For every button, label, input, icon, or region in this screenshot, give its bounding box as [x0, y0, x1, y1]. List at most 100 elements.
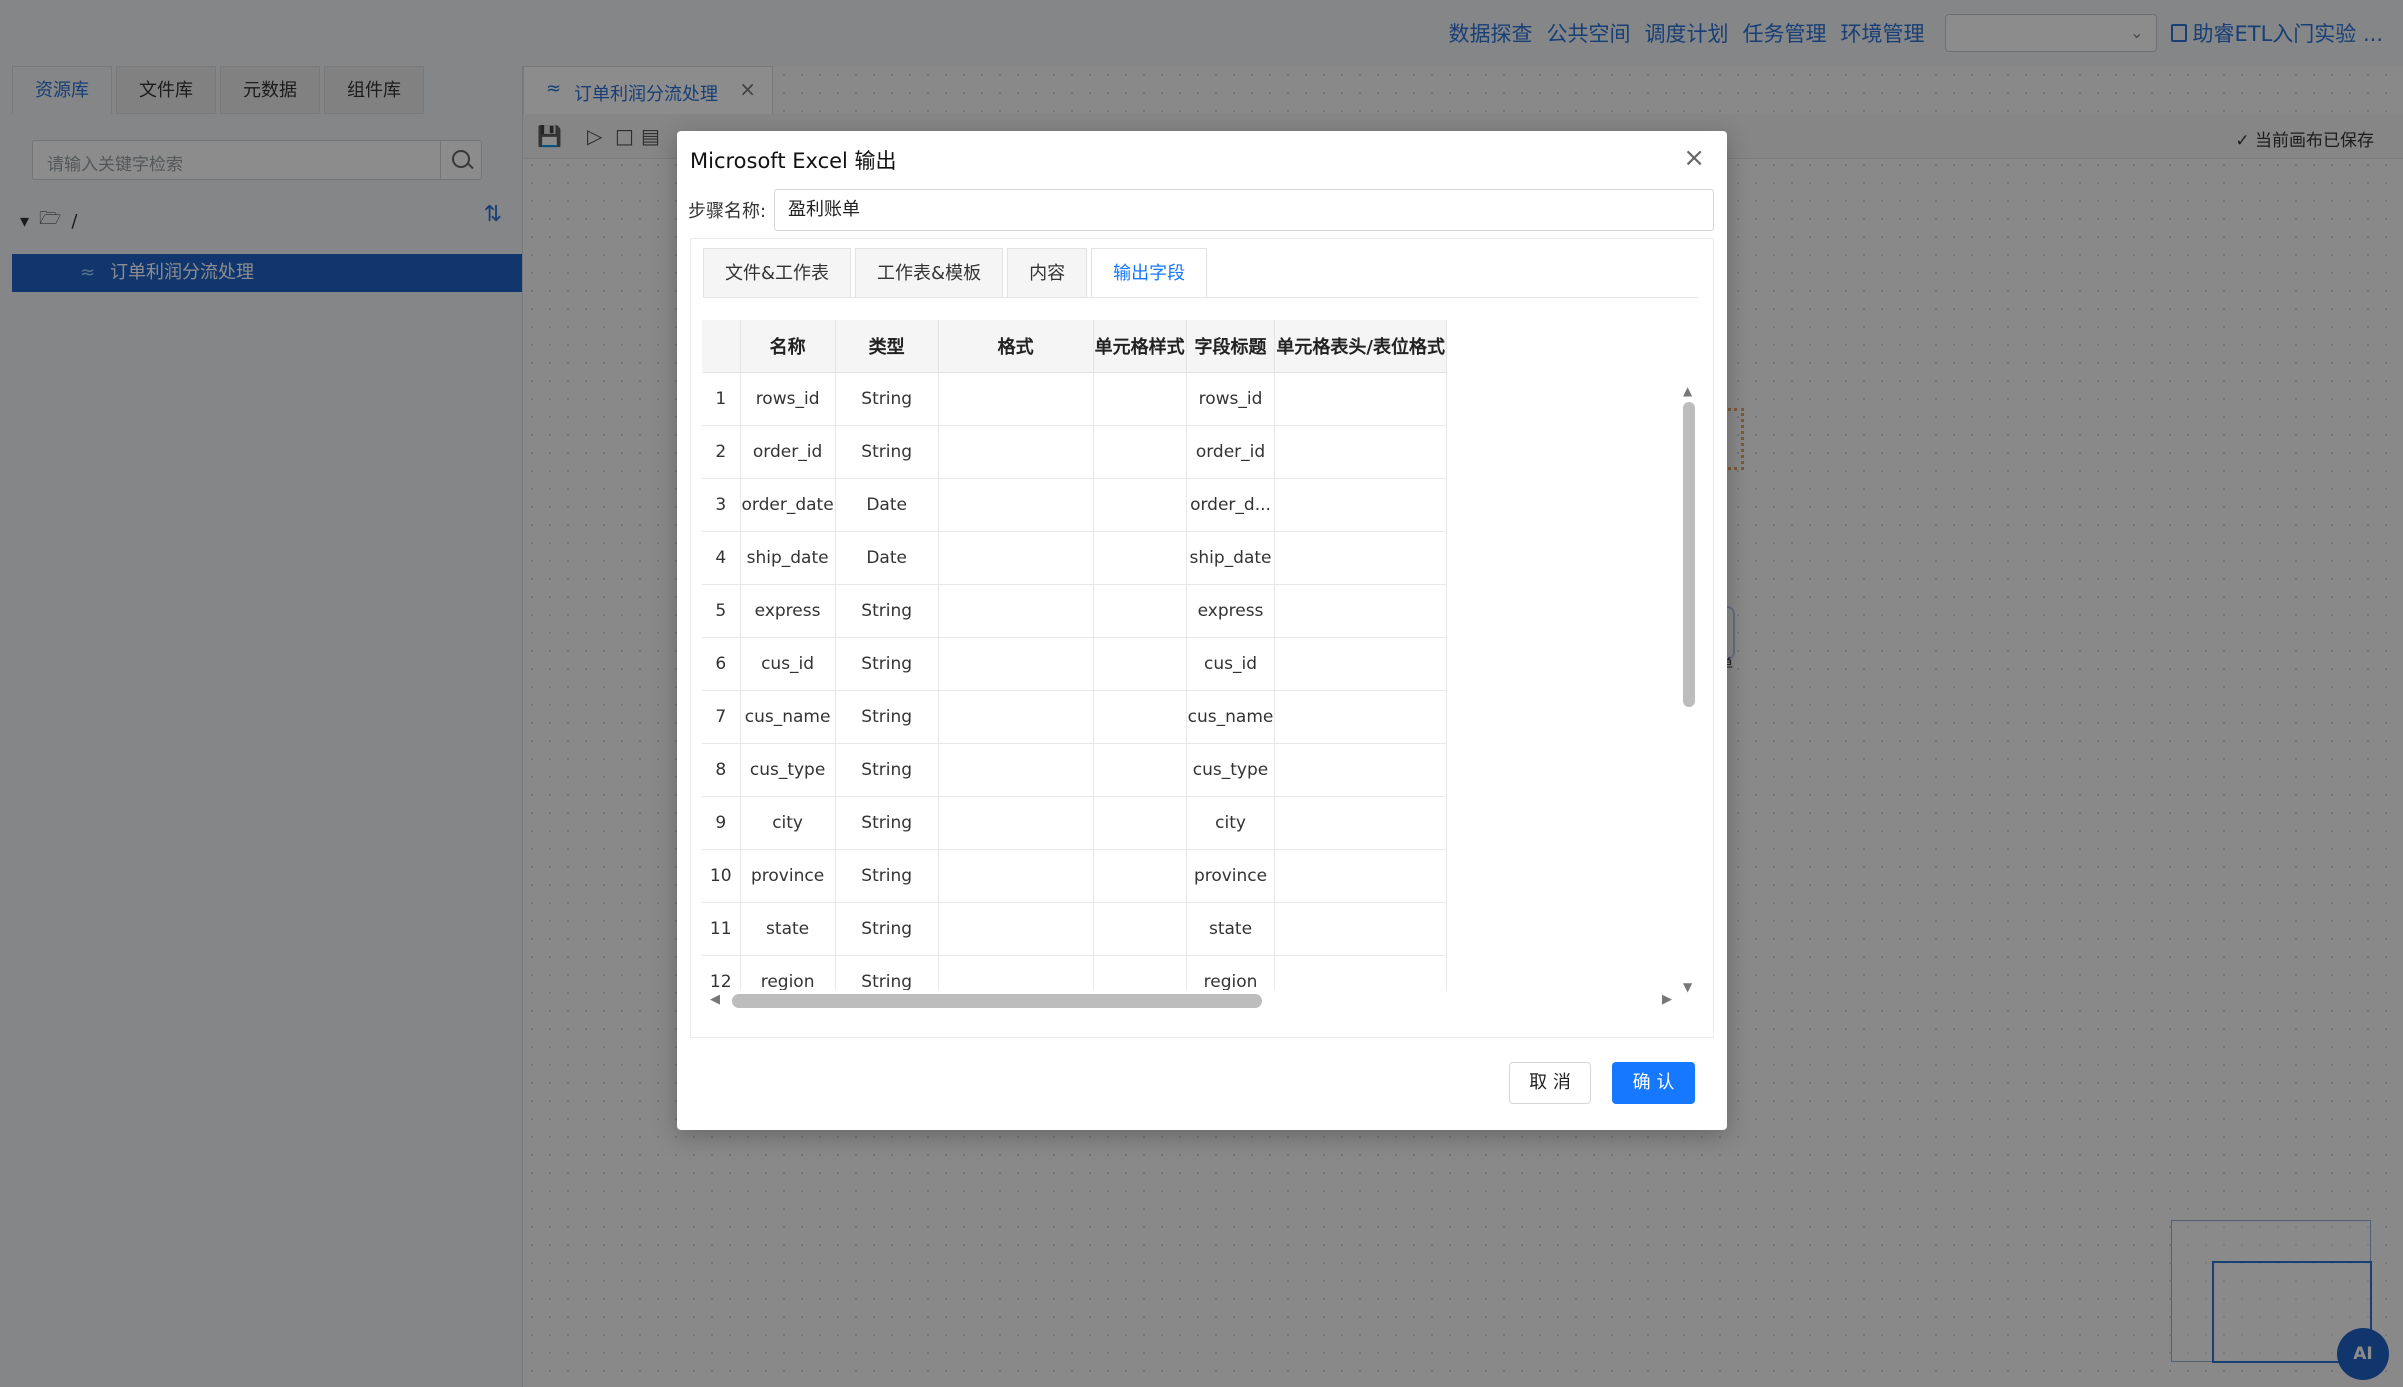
cell-name[interactable]: province: [740, 849, 836, 903]
tab-output-fields[interactable]: 输出字段: [1091, 248, 1208, 298]
table-row[interactable]: 11 state String state: [702, 902, 1447, 956]
cell-header-format[interactable]: [1274, 478, 1447, 532]
confirm-button[interactable]: 确 认: [1612, 1062, 1695, 1104]
col-header-header-format[interactable]: 单元格表头/表位格式: [1274, 320, 1447, 373]
cell-name[interactable]: order_date: [740, 478, 836, 532]
cell-name[interactable]: state: [740, 902, 836, 956]
table-row[interactable]: 9 city String city: [702, 796, 1447, 850]
scroll-up-icon[interactable]: ▲: [1683, 384, 1692, 398]
cell-name[interactable]: cus_id: [740, 637, 836, 691]
col-header-name[interactable]: 名称: [740, 320, 836, 373]
cell-index: 6: [702, 637, 741, 691]
cell-header-format[interactable]: [1274, 690, 1447, 744]
cell-format[interactable]: [938, 902, 1094, 956]
cell-style[interactable]: [1093, 849, 1187, 903]
cell-name[interactable]: city: [740, 796, 836, 850]
close-icon[interactable]: ×: [1683, 143, 1705, 173]
cell-field-title[interactable]: cus_id: [1186, 637, 1276, 691]
tab-file-sheet[interactable]: 文件&工作表: [703, 248, 852, 298]
cancel-button[interactable]: 取 消: [1509, 1062, 1591, 1104]
cell-format[interactable]: [938, 584, 1094, 638]
cell-name[interactable]: order_id: [740, 425, 836, 479]
table-row[interactable]: 8 cus_type String cus_type: [702, 743, 1447, 797]
cell-format[interactable]: [938, 796, 1094, 850]
cell-name[interactable]: rows_id: [740, 372, 836, 426]
cell-format[interactable]: [938, 425, 1094, 479]
cell-type[interactable]: String: [835, 372, 939, 426]
cell-format[interactable]: [938, 849, 1094, 903]
cell-style[interactable]: [1093, 584, 1187, 638]
cell-style[interactable]: [1093, 743, 1187, 797]
table-row[interactable]: 6 cus_id String cus_id: [702, 637, 1447, 691]
cell-type[interactable]: String: [835, 584, 939, 638]
cell-name[interactable]: cus_type: [740, 743, 836, 797]
cell-field-title[interactable]: order_id: [1186, 425, 1276, 479]
cell-format[interactable]: [938, 531, 1094, 585]
scroll-right-icon[interactable]: ▶: [1662, 992, 1672, 1007]
cell-format[interactable]: [938, 743, 1094, 797]
cell-type[interactable]: String: [835, 796, 939, 850]
cell-field-title[interactable]: cus_type: [1186, 743, 1276, 797]
cell-type[interactable]: String: [835, 902, 939, 956]
table-row[interactable]: 10 province String province: [702, 849, 1447, 903]
cell-type[interactable]: String: [835, 849, 939, 903]
cell-header-format[interactable]: [1274, 902, 1447, 956]
col-header-cell-style[interactable]: 单元格样式: [1093, 320, 1187, 373]
cell-header-format[interactable]: [1274, 425, 1447, 479]
tab-content[interactable]: 内容: [1007, 248, 1088, 298]
cell-field-title[interactable]: rows_id: [1186, 372, 1276, 426]
table-row[interactable]: 1 rows_id String rows_id: [702, 372, 1447, 426]
cell-field-title[interactable]: ship_date: [1186, 531, 1276, 585]
cell-field-title[interactable]: city: [1186, 796, 1276, 850]
cell-field-title[interactable]: province: [1186, 849, 1276, 903]
cell-style[interactable]: [1093, 372, 1187, 426]
table-row[interactable]: 2 order_id String order_id: [702, 425, 1447, 479]
cell-style[interactable]: [1093, 478, 1187, 532]
cell-header-format[interactable]: [1274, 849, 1447, 903]
cell-header-format[interactable]: [1274, 584, 1447, 638]
cell-style[interactable]: [1093, 425, 1187, 479]
step-name-input[interactable]: 盈利账单: [774, 189, 1714, 231]
horizontal-scrollbar[interactable]: ◀ ▶: [702, 990, 1680, 1008]
cell-style[interactable]: [1093, 902, 1187, 956]
horizontal-scroll-thumb[interactable]: [732, 994, 1262, 1008]
cell-field-title[interactable]: order_d...: [1186, 478, 1276, 532]
table-row[interactable]: 5 express String express: [702, 584, 1447, 638]
cell-format[interactable]: [938, 637, 1094, 691]
scroll-left-icon[interactable]: ◀: [710, 992, 720, 1007]
scroll-down-icon[interactable]: ▼: [1683, 980, 1692, 994]
col-header-type[interactable]: 类型: [835, 320, 939, 373]
cell-header-format[interactable]: [1274, 372, 1447, 426]
tab-sheet-template[interactable]: 工作表&模板: [855, 248, 1004, 298]
cell-style[interactable]: [1093, 690, 1187, 744]
cell-header-format[interactable]: [1274, 531, 1447, 585]
vertical-scrollbar[interactable]: ▲ ▼: [1680, 384, 1698, 994]
cell-type[interactable]: String: [835, 690, 939, 744]
cell-type[interactable]: Date: [835, 531, 939, 585]
cell-style[interactable]: [1093, 531, 1187, 585]
col-header-format[interactable]: 格式: [938, 320, 1094, 373]
cell-format[interactable]: [938, 372, 1094, 426]
cell-type[interactable]: String: [835, 425, 939, 479]
table-row[interactable]: 7 cus_name String cus_name: [702, 690, 1447, 744]
cell-field-title[interactable]: cus_name: [1186, 690, 1276, 744]
col-header-field-title[interactable]: 字段标题: [1186, 320, 1276, 373]
cell-type[interactable]: Date: [835, 478, 939, 532]
cell-format[interactable]: [938, 478, 1094, 532]
vertical-scroll-thumb[interactable]: [1683, 402, 1695, 707]
cell-style[interactable]: [1093, 796, 1187, 850]
cell-field-title[interactable]: state: [1186, 902, 1276, 956]
cell-name[interactable]: ship_date: [740, 531, 836, 585]
cell-header-format[interactable]: [1274, 743, 1447, 797]
table-row[interactable]: 4 ship_date Date ship_date: [702, 531, 1447, 585]
cell-type[interactable]: String: [835, 637, 939, 691]
table-row[interactable]: 3 order_date Date order_d...: [702, 478, 1447, 532]
cell-style[interactable]: [1093, 637, 1187, 691]
cell-name[interactable]: cus_name: [740, 690, 836, 744]
cell-name[interactable]: express: [740, 584, 836, 638]
cell-header-format[interactable]: [1274, 796, 1447, 850]
cell-header-format[interactable]: [1274, 637, 1447, 691]
cell-type[interactable]: String: [835, 743, 939, 797]
cell-format[interactable]: [938, 690, 1094, 744]
cell-field-title[interactable]: express: [1186, 584, 1276, 638]
